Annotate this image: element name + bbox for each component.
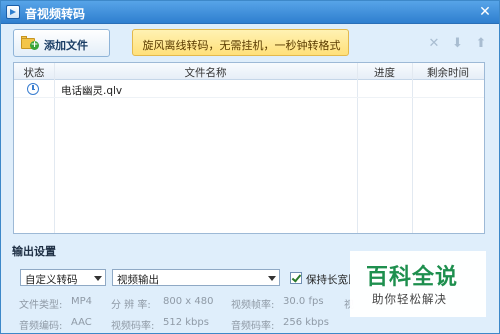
column-remaining-time[interactable]: 剩余时间 <box>412 65 484 80</box>
param-value: AAC <box>71 317 92 328</box>
add-file-button[interactable]: + 添加文件 <box>13 29 110 57</box>
param-label: 视频帧率: <box>231 300 275 311</box>
watermark-title: 百科全说 <box>366 265 459 290</box>
transcode-mode-select[interactable]: 自定义转码 <box>20 269 106 286</box>
chevron-down-icon <box>94 276 102 281</box>
param-label: 文件类型: <box>19 300 63 311</box>
window-title: 音视频转码 <box>25 7 86 21</box>
param-value: 30.0 fps <box>283 296 324 307</box>
keep-aspect-label[interactable]: 保持长宽比 <box>306 272 350 287</box>
close-button[interactable]: ✕ <box>477 4 493 20</box>
offline-transcode-promo-button[interactable]: 旋风离线转码，无需挂机，一秒钟转格式 <box>132 29 349 56</box>
param-label: 音频码率: <box>231 321 275 332</box>
param-value: 256 kbps <box>283 317 329 328</box>
param-label: 音频编码: <box>19 321 63 332</box>
watermark-subtitle: 助你轻松解决 <box>372 292 447 306</box>
table-header: 状态 文件名称 进度 剩余时间 <box>14 63 484 80</box>
table-row[interactable]: 电话幽灵.qlv <box>14 80 484 98</box>
column-status[interactable]: 状态 <box>14 65 54 80</box>
output-format-select[interactable]: 视频输出 <box>112 269 280 286</box>
file-list-table: 状态 文件名称 进度 剩余时间 电话幽灵.qlv <box>13 62 485 234</box>
param-value: 800 x 480 <box>163 296 214 307</box>
output-settings-title: 输出设置 <box>12 245 56 258</box>
promo-text: 旋风离线转码，无需挂机，一秒钟转格式 <box>142 39 341 52</box>
clock-icon <box>27 83 39 95</box>
app-video-icon <box>6 5 20 19</box>
param-value: MP4 <box>71 296 93 307</box>
title-bar[interactable]: 音视频转码 ✕ <box>1 1 499 24</box>
file-name-cell: 电话幽灵.qlv <box>61 85 123 97</box>
keep-aspect-checkbox[interactable] <box>290 272 302 284</box>
param-label: 分 辨 率: <box>111 300 151 311</box>
chevron-down-icon <box>268 276 276 281</box>
watermark-logo: 百科全说 助你轻松解决 <box>350 251 486 317</box>
move-up-icon[interactable]: ⬆ <box>473 36 489 52</box>
transcode-window: 音视频转码 ✕ + 添加文件 旋风离线转码，无需挂机，一秒钟转格式 ✕ ⬇ ⬆ … <box>0 0 500 334</box>
add-file-label: 添加文件 <box>44 39 88 52</box>
add-folder-icon: + <box>21 35 39 50</box>
toolbar: + 添加文件 旋风离线转码，无需挂机，一秒钟转格式 ✕ ⬇ ⬆ <box>1 24 499 62</box>
param-label: 视频码率: <box>111 321 155 332</box>
output-format-value: 视频输出 <box>117 274 159 286</box>
transcode-mode-value: 自定义转码 <box>25 274 78 286</box>
delete-icon[interactable]: ✕ <box>426 36 442 52</box>
column-progress[interactable]: 进度 <box>357 65 412 80</box>
column-file-name[interactable]: 文件名称 <box>54 65 357 80</box>
move-down-icon[interactable]: ⬇ <box>450 36 466 52</box>
param-value: 512 kbps <box>163 317 209 328</box>
list-tools: ✕ ⬇ ⬆ <box>422 36 489 52</box>
